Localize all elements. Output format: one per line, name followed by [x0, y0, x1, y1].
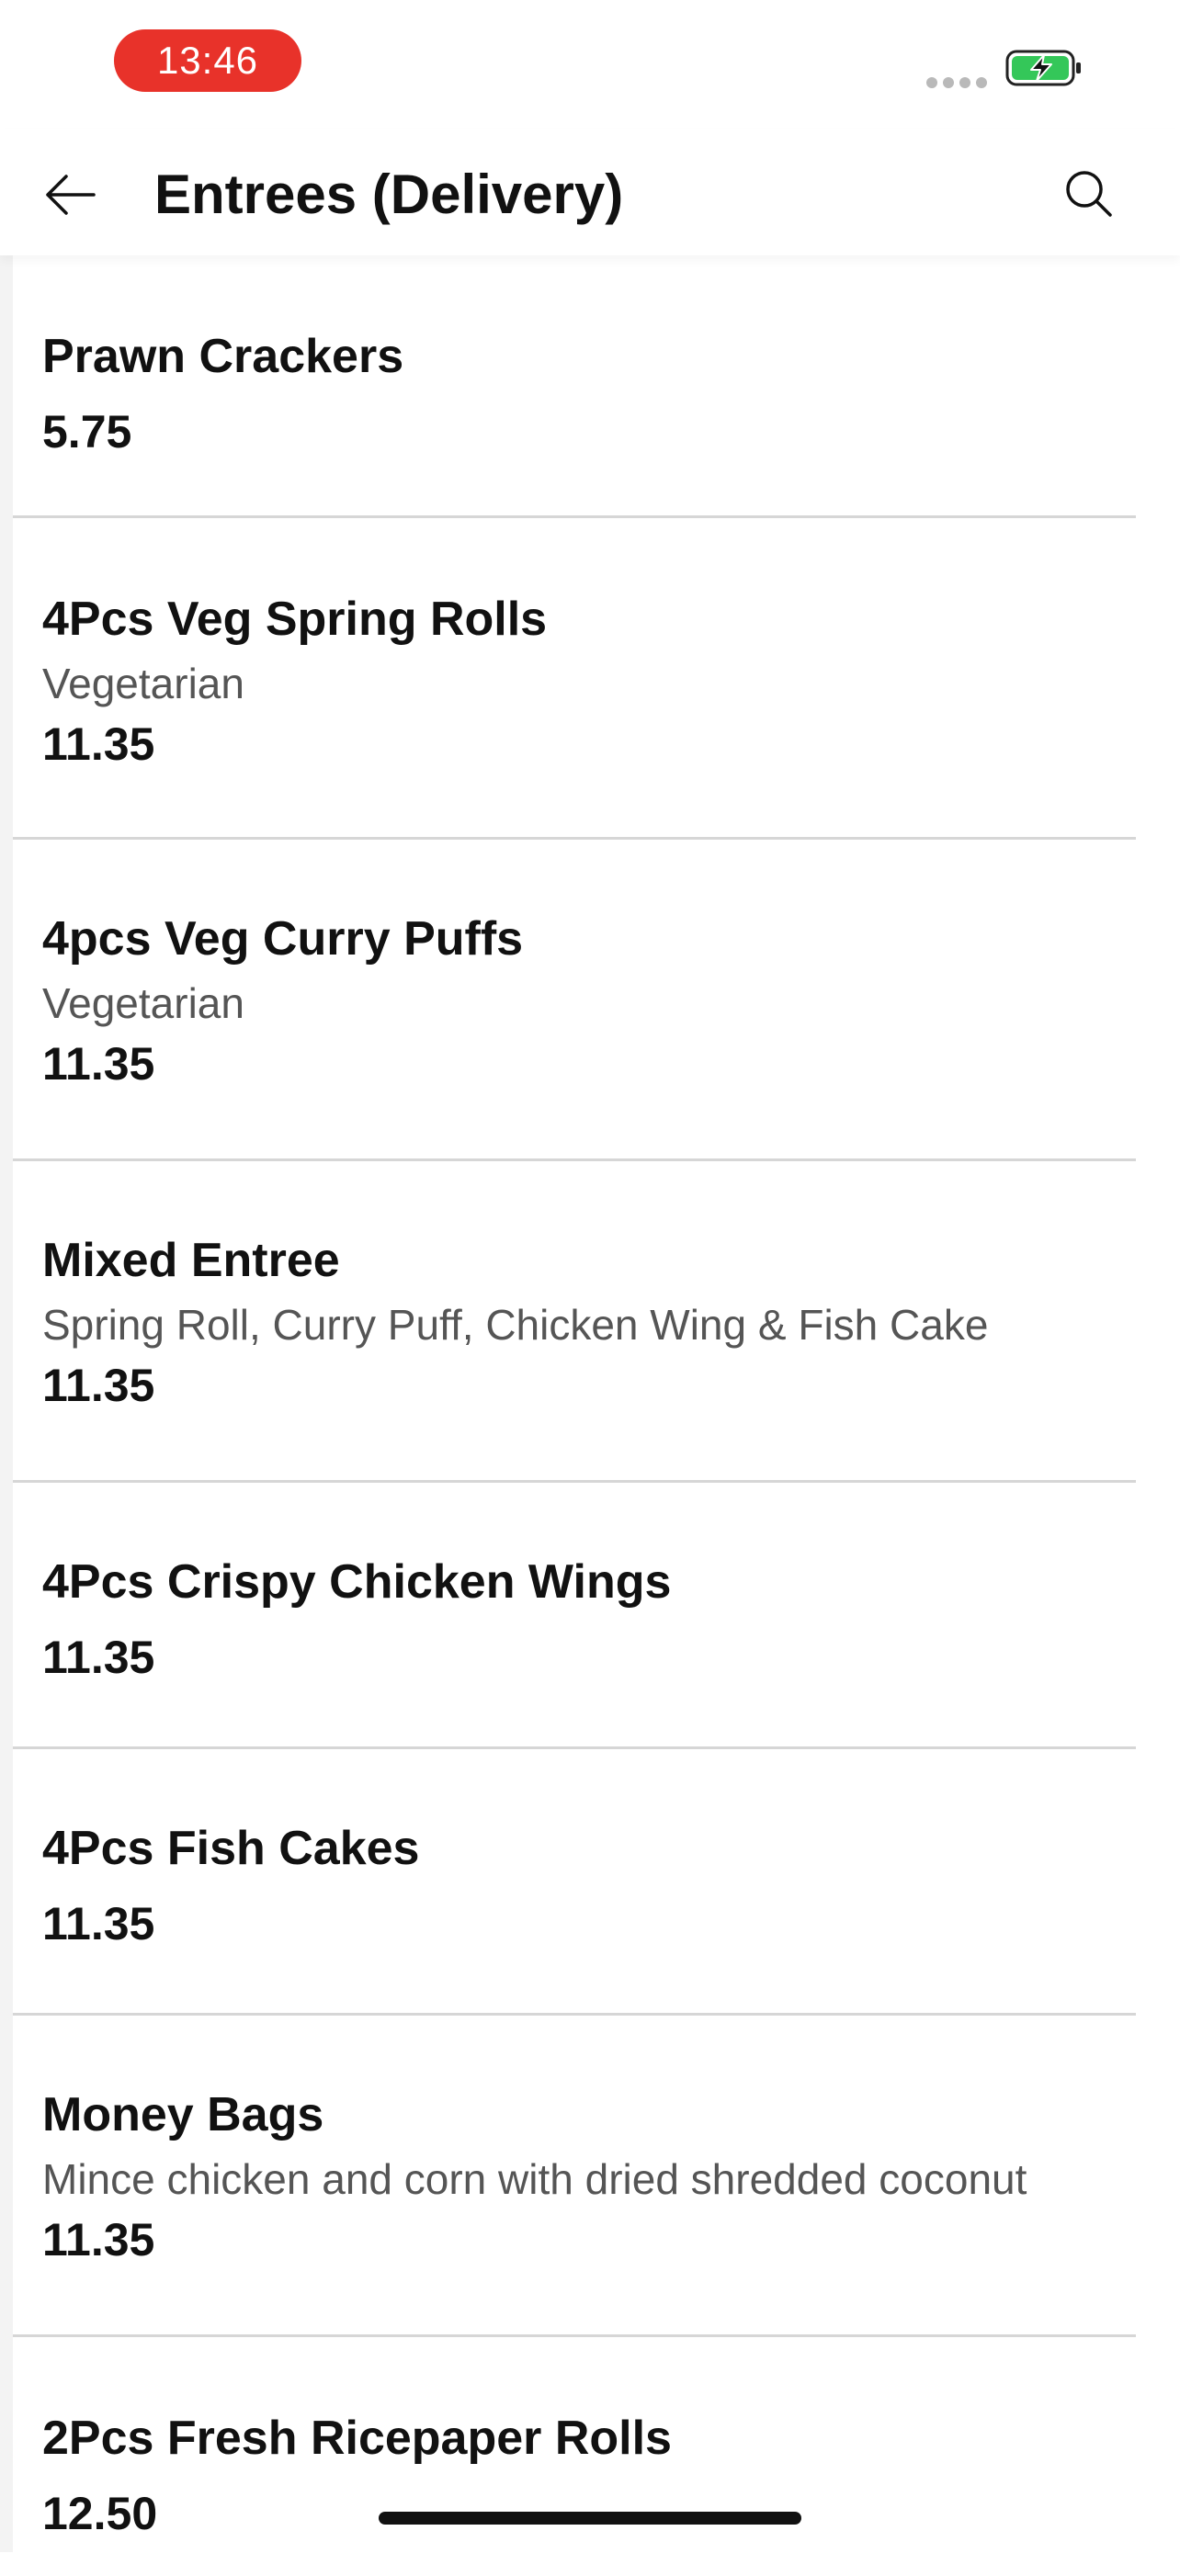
- item-price: 11.35: [42, 1898, 155, 1949]
- left-gutter: [0, 255, 13, 2552]
- menu-item[interactable]: 4pcs Veg Curry Puffs Vegetarian 11.35: [13, 840, 1136, 1161]
- app-header: Entrees (Delivery): [0, 129, 1180, 255]
- item-name: Mixed Entree: [42, 1234, 340, 1287]
- menu-item[interactable]: Prawn Crackers 5.75: [13, 255, 1136, 518]
- menu-item[interactable]: 2Pcs Fresh Ricepaper Rolls 12.50: [13, 2337, 1136, 2576]
- menu-item[interactable]: 4Pcs Fish Cakes 11.35: [13, 1749, 1136, 2016]
- item-description: Vegetarian: [42, 979, 244, 1027]
- item-price: 11.35: [42, 718, 155, 770]
- item-name: Money Bags: [42, 2088, 324, 2141]
- arrow-left-icon: [46, 175, 96, 215]
- menu-item[interactable]: 4Pcs Veg Spring Rolls Vegetarian 11.35: [13, 518, 1136, 840]
- menu-item[interactable]: Mixed Entree Spring Roll, Curry Puff, Ch…: [13, 1161, 1136, 1483]
- item-description: Mince chicken and corn with dried shredd…: [42, 2155, 1027, 2203]
- search-icon: [1066, 171, 1112, 217]
- item-name: 4Pcs Veg Spring Rolls: [42, 593, 548, 646]
- search-button[interactable]: [1055, 160, 1121, 226]
- item-price: 11.35: [42, 1632, 155, 1683]
- menu-item[interactable]: 4Pcs Crispy Chicken Wings 11.35: [13, 1483, 1136, 1749]
- menu-item[interactable]: Money Bags Mince chicken and corn with d…: [13, 2016, 1136, 2337]
- status-bar: 13:46: [0, 0, 1180, 129]
- status-time: 13:46: [114, 29, 301, 92]
- item-price: 11.35: [42, 1360, 155, 1411]
- item-name: 4Pcs Fish Cakes: [42, 1822, 420, 1875]
- back-button[interactable]: [37, 162, 103, 228]
- home-indicator[interactable]: [379, 2512, 801, 2525]
- item-price: 11.35: [42, 2214, 155, 2265]
- item-name: 4Pcs Crispy Chicken Wings: [42, 1555, 672, 1609]
- battery-charging-icon: [1005, 50, 1081, 86]
- item-description: Spring Roll, Curry Puff, Chicken Wing & …: [42, 1301, 989, 1349]
- item-price: 5.75: [42, 406, 132, 458]
- item-description: Vegetarian: [42, 660, 244, 707]
- menu-list: Prawn Crackers 5.75 4Pcs Veg Spring Roll…: [13, 255, 1180, 2576]
- item-price: 11.35: [42, 1038, 155, 1090]
- item-name: Prawn Crackers: [42, 330, 404, 383]
- item-name: 4pcs Veg Curry Puffs: [42, 912, 524, 966]
- page-title: Entrees (Delivery): [154, 164, 624, 225]
- item-name: 2Pcs Fresh Ricepaper Rolls: [42, 2412, 672, 2465]
- signal-icon: [926, 77, 987, 88]
